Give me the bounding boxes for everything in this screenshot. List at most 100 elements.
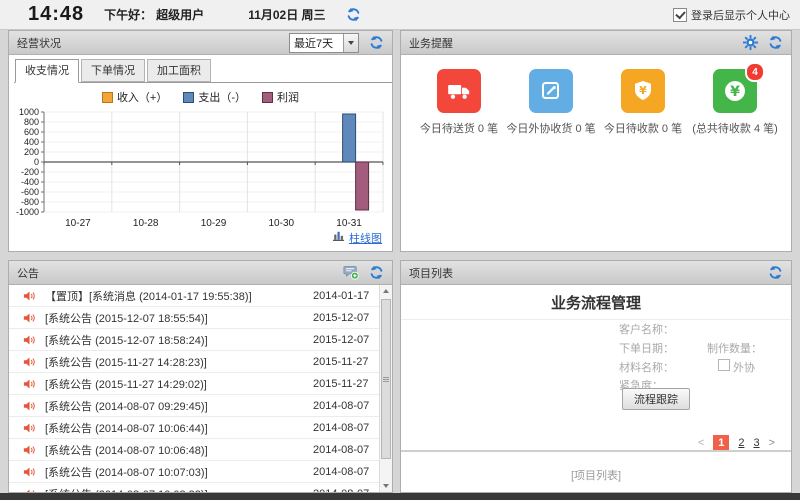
announcement-date: 2014-08-07 <box>313 488 375 493</box>
chart-type-switch-label: 柱线图 <box>349 230 382 246</box>
bottom-bar <box>0 493 800 500</box>
business-status-header: 经营状况 最近7天 <box>9 31 392 55</box>
reminders-settings-gear-icon[interactable] <box>743 35 758 50</box>
announcement-text: [系统公告 (2014-08-07 10:07:03)] <box>45 464 313 480</box>
svg-text:¥: ¥ <box>639 84 647 97</box>
announcement-row[interactable]: [系统公告 (2015-12-07 18:58:24)]2015-12-07 <box>9 329 379 351</box>
reminder-tile <box>437 69 481 113</box>
announcement-row[interactable]: [系统公告 (2014-08-07 10:06:48)]2014-08-07 <box>9 439 379 461</box>
announcement-row[interactable]: [系统公告 (2014-08-07 10:06:44)]2014-08-07 <box>9 417 379 439</box>
add-announcement-icon[interactable] <box>343 265 359 280</box>
announcement-date: 2015-12-07 <box>313 312 375 324</box>
top-bar: 14:48 下午好： 超级用户 11月02日 周三 登录后显示个人中心 <box>0 0 800 30</box>
announcements-title: 公告 <box>17 265 333 281</box>
tab-收支情况[interactable]: 收支情况 <box>15 59 79 83</box>
process-track-button[interactable]: 流程跟踪 <box>622 388 690 410</box>
announcement-row[interactable]: [系统公告 (2015-11-27 14:28:23)]2015-11-27 <box>9 351 379 373</box>
announcement-text: [系统公告 (2015-11-27 14:29:02)] <box>45 376 313 392</box>
date-label: 11月02日 周三 <box>248 6 325 23</box>
date-range-value: 最近7天 <box>290 35 343 51</box>
reminder-item[interactable]: 今日外协收货 0 笔 <box>511 69 591 136</box>
page-button-3[interactable]: 3 <box>753 437 759 449</box>
tab-加工面积[interactable]: 加工面积 <box>147 59 211 82</box>
count-badge: 4 <box>745 62 765 82</box>
speaker-icon <box>23 334 35 346</box>
bar-chart-icon <box>332 229 345 247</box>
svg-text:10-27: 10-27 <box>65 218 91 229</box>
business-status-title: 经营状况 <box>17 35 289 51</box>
announcement-date: 2014-08-07 <box>313 444 375 456</box>
svg-text:-600: -600 <box>21 187 39 197</box>
announcements-panel: 公告 【置顶】[系统消息 (2014-01-17 19:55:38)]2014-… <box>8 260 393 493</box>
personal-center-checkbox[interactable] <box>673 8 687 22</box>
speaker-icon <box>23 422 35 434</box>
svg-text:10-29: 10-29 <box>201 218 227 229</box>
speaker-icon <box>23 444 35 456</box>
svg-text:10-30: 10-30 <box>269 218 295 229</box>
reminder-item[interactable]: 今日待送货 0 笔 <box>419 69 499 136</box>
outsource-checkbox[interactable] <box>718 359 730 371</box>
reminder-label: 今日待送货 0 笔 <box>420 120 498 136</box>
svg-text:0: 0 <box>34 157 39 167</box>
svg-text:200: 200 <box>24 147 39 157</box>
reminder-tile: ¥4 <box>713 69 757 113</box>
svg-text:10-31: 10-31 <box>336 218 362 229</box>
announcement-row[interactable]: 【置顶】[系统消息 (2014-01-17 19:55:38)]2014-01-… <box>9 285 379 307</box>
svg-text:600: 600 <box>24 127 39 137</box>
svg-text:-1000: -1000 <box>16 207 39 217</box>
business-reminders-panel: 业务提醒 今日待送货 0 笔今日外协收货 0 笔¥今日待收款 0 笔¥4(总共待… <box>400 30 792 252</box>
date-range-select[interactable]: 最近7天 <box>289 33 359 53</box>
personal-center-label: 登录后显示个人中心 <box>691 7 790 23</box>
speaker-icon <box>23 356 35 368</box>
select-dropdown-button[interactable] <box>343 34 358 52</box>
announcement-row[interactable]: [系统公告 (2014-08-07 10:08:22)]2014-08-07 <box>9 483 379 492</box>
announcement-text: [系统公告 (2014-08-07 10:06:48)] <box>45 442 313 458</box>
announcement-text: [系统公告 (2015-12-07 18:55:54)] <box>45 310 313 326</box>
announcement-text: [系统公告 (2014-08-07 10:08:22)] <box>45 486 313 493</box>
bar-支出（-）-10-31 <box>343 114 356 162</box>
status-refresh-icon[interactable] <box>369 35 384 50</box>
reminder-item[interactable]: ¥今日待收款 0 笔 <box>603 69 683 136</box>
topbar-refresh-icon[interactable] <box>346 7 361 22</box>
project-body: 业务流程管理 客户名称： 下单日期： 制作数量： 材料名称： 外协 紧急度： 流… <box>401 285 791 492</box>
personal-center-option[interactable]: 登录后显示个人中心 <box>673 7 790 23</box>
speaker-icon <box>23 466 35 478</box>
page-button-2[interactable]: 2 <box>738 437 744 449</box>
reminder-item[interactable]: ¥4 (总共待收款 4 笔) <box>695 69 775 136</box>
announcement-row[interactable]: [系统公告 (2015-11-27 14:29:02)]2015-11-27 <box>9 373 379 395</box>
legend-label: 支出（-） <box>198 89 246 105</box>
announcement-text: [系统公告 (2015-11-27 14:28:23)] <box>45 354 313 370</box>
page-button-1[interactable]: 1 <box>713 435 729 451</box>
scroll-up-icon[interactable] <box>380 285 392 297</box>
legend-label: 利润 <box>277 89 299 105</box>
announcements-scrollbar[interactable] <box>379 285 392 492</box>
chart-legend: 收入（+） 支出（-） 利润 <box>9 90 392 104</box>
announcement-date: 2014-08-07 <box>313 400 375 412</box>
scroll-down-icon[interactable] <box>380 480 392 492</box>
announcement-text: [系统公告 (2015-12-07 18:58:24)] <box>45 332 313 348</box>
pagination: <123 > <box>698 435 775 451</box>
legend-item: 收入（+） <box>102 89 167 105</box>
svg-text:400: 400 <box>24 137 39 147</box>
speaker-icon <box>23 378 35 390</box>
announcement-text: 【置顶】[系统消息 (2014-01-17 19:55:38)] <box>45 288 313 304</box>
announcement-row[interactable]: [系统公告 (2015-12-07 18:55:54)]2015-12-07 <box>9 307 379 329</box>
reminder-tile <box>529 69 573 113</box>
outsource-receive-icon <box>529 69 573 113</box>
reminders-refresh-icon[interactable] <box>768 35 783 50</box>
announcement-text: [系统公告 (2014-08-07 09:29:45)] <box>45 398 313 414</box>
tab-下单情况[interactable]: 下单情况 <box>81 59 145 82</box>
announcement-row[interactable]: [系统公告 (2014-08-07 10:07:03)]2014-08-07 <box>9 461 379 483</box>
project-list-header: 项目列表 <box>401 261 791 285</box>
svg-text:800: 800 <box>24 117 39 127</box>
announcement-row[interactable]: [系统公告 (2014-08-07 09:29:45)]2014-08-07 <box>9 395 379 417</box>
projects-refresh-icon[interactable] <box>768 265 783 280</box>
page-next-button[interactable]: > <box>769 437 775 449</box>
chart-type-switch[interactable]: 柱线图 <box>332 229 382 247</box>
announcements-refresh-icon[interactable] <box>369 265 384 280</box>
reminder-label: (总共待收款 4 笔) <box>692 120 778 136</box>
legend-item: 利润 <box>262 89 299 105</box>
page-prev-button[interactable]: < <box>698 437 704 449</box>
scrollbar-thumb[interactable] <box>381 299 391 459</box>
project-list-panel: 项目列表 业务流程管理 客户名称： 下单日期： 制作数量： 材料名称： 外协 紧… <box>400 260 792 493</box>
